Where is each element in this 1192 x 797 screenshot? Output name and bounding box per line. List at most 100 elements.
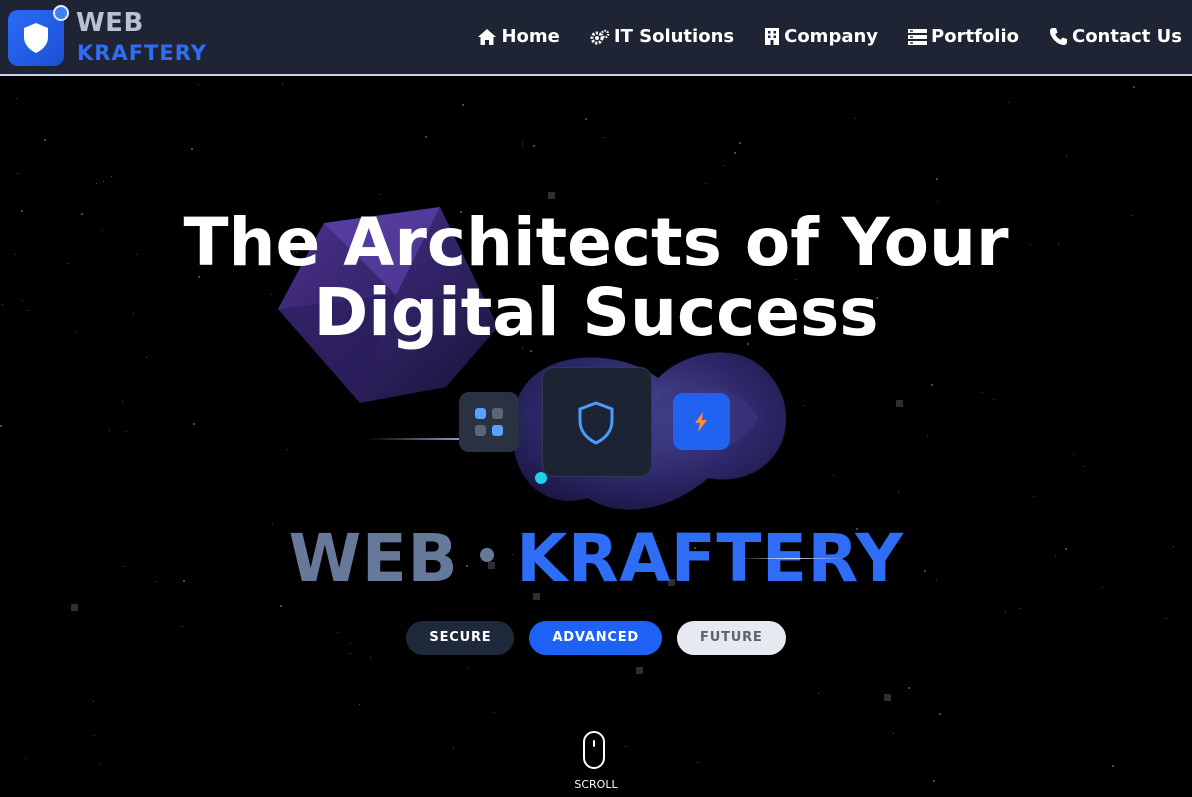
star [380, 194, 381, 195]
star [96, 183, 97, 184]
nav-home[interactable]: Home [477, 26, 560, 47]
shield-icon [24, 23, 48, 53]
pill-secure[interactable]: SECURE [406, 621, 515, 655]
top-navbar: WEB KRAFTERY Home IT Solutions Company P… [0, 0, 1192, 76]
star [931, 384, 933, 386]
star [533, 145, 535, 147]
star [1112, 765, 1114, 767]
star [1084, 466, 1085, 467]
power-tile [673, 393, 730, 450]
star [936, 178, 938, 180]
nav-home-label: Home [501, 26, 560, 47]
star [908, 687, 910, 689]
star [893, 733, 894, 734]
star [425, 136, 427, 138]
star [198, 84, 199, 85]
main-menu: Home IT Solutions Company Portfolio Cont… [477, 26, 1182, 47]
star [548, 192, 555, 199]
star [111, 176, 112, 177]
star [93, 701, 94, 702]
hero-title: The Architects of Your Digital Success [0, 208, 1192, 348]
star [1066, 155, 1067, 156]
star [359, 704, 360, 705]
star [126, 431, 127, 432]
security-tile [542, 367, 652, 477]
scroll-label: SCROLL [574, 778, 618, 791]
feature-pills: SECURE ADVANCED FUTURE [0, 621, 1192, 655]
nav-contact-us-label: Contact Us [1071, 26, 1182, 47]
star [193, 423, 195, 425]
phone-icon [1049, 28, 1067, 45]
star [585, 118, 587, 120]
star [94, 735, 95, 736]
light-streak [366, 438, 464, 440]
star [0, 425, 2, 427]
light-ray [738, 558, 848, 559]
list-icon [908, 28, 928, 45]
star [604, 137, 605, 138]
star [462, 104, 464, 106]
star [1033, 496, 1034, 497]
nav-contact-us[interactable]: Contact Us [1049, 26, 1182, 47]
star [803, 405, 804, 406]
star [833, 475, 834, 476]
star [1019, 608, 1020, 609]
star [122, 401, 123, 402]
star [927, 436, 928, 437]
star [724, 165, 725, 166]
star [468, 667, 469, 668]
star [103, 181, 104, 182]
star [1133, 86, 1135, 88]
star [522, 142, 523, 143]
star [494, 712, 495, 713]
star [1005, 611, 1006, 612]
home-icon [478, 28, 497, 45]
star [625, 746, 626, 747]
star [44, 139, 46, 141]
shield-outline-icon [578, 401, 614, 445]
star [191, 148, 193, 150]
star [25, 758, 26, 759]
star [109, 430, 110, 431]
star [280, 605, 282, 607]
star [993, 399, 994, 400]
star [705, 183, 706, 184]
brand-name-top: WEB [76, 8, 144, 38]
cyan-accent-dot [535, 472, 547, 484]
brand-name-bottom: KRAFTERY [77, 41, 207, 65]
star [734, 152, 736, 154]
pill-advanced[interactable]: ADVANCED [529, 621, 663, 655]
nav-company[interactable]: Company [764, 26, 878, 47]
star [1166, 618, 1167, 619]
pill-future[interactable]: FUTURE [677, 621, 786, 655]
hero-title-line1: The Architects of Your [183, 204, 1009, 281]
star [282, 84, 283, 85]
nav-company-label: Company [784, 26, 879, 47]
nav-portfolio[interactable]: Portfolio [908, 26, 1019, 47]
hero-brand-wordmark: WEB • KRAFTERY [0, 524, 1192, 598]
star [16, 98, 17, 99]
star [522, 145, 523, 146]
star [287, 449, 288, 450]
mouse-scroll-icon[interactable] [583, 731, 605, 769]
star [697, 762, 698, 763]
star [982, 392, 983, 393]
nav-it-solutions[interactable]: IT Solutions [590, 26, 734, 47]
nav-portfolio-label: Portfolio [931, 26, 1019, 47]
star [636, 667, 643, 674]
apps-grid-tile [459, 392, 519, 452]
star [370, 657, 371, 658]
wordmark-web: WEB [288, 520, 459, 597]
star [898, 492, 899, 493]
logo-status-dot [53, 5, 69, 21]
star [71, 604, 78, 611]
star [855, 118, 856, 119]
star [896, 400, 903, 407]
wordmark-separator: • [474, 533, 501, 580]
star [99, 763, 100, 764]
star [818, 693, 819, 694]
star [739, 142, 741, 144]
star [937, 201, 938, 202]
hero-title-line2: Digital Success [313, 274, 879, 351]
star [146, 357, 147, 358]
